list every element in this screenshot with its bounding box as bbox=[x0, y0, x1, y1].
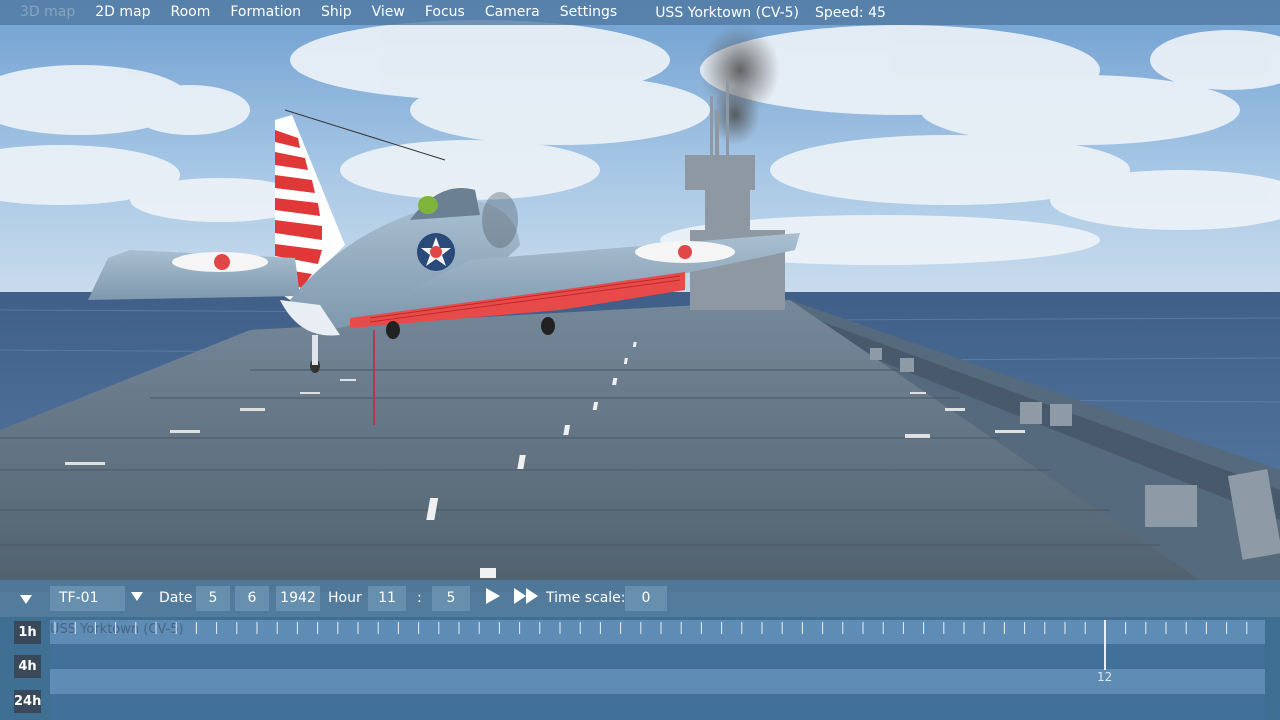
timeline-track-row-4[interactable] bbox=[50, 694, 1265, 720]
menu-view[interactable]: View bbox=[362, 0, 415, 25]
timeline-track-ship[interactable]: USS Yorktown (CV-5) bbox=[50, 620, 1265, 644]
fast-forward-icon[interactable] bbox=[514, 588, 538, 604]
speed-readout: Speed: 45 bbox=[815, 4, 886, 21]
date-label: Date bbox=[159, 590, 193, 606]
time-separator: : bbox=[417, 590, 422, 606]
menu-camera[interactable]: Camera bbox=[475, 0, 550, 25]
month-input[interactable]: 5 bbox=[196, 586, 230, 611]
hour-input[interactable]: 11 bbox=[368, 586, 406, 611]
menu-settings[interactable]: Settings bbox=[550, 0, 627, 25]
play-icon[interactable] bbox=[486, 588, 500, 604]
zoom-24h-button[interactable]: 24h bbox=[14, 690, 41, 713]
top-menu-bar: 3D map 2D map Room Formation Ship View F… bbox=[0, 0, 1280, 25]
chevron-down-icon[interactable] bbox=[131, 592, 143, 601]
menu-ship[interactable]: Ship bbox=[311, 0, 362, 25]
collapse-panel-toggle-icon[interactable] bbox=[20, 595, 32, 604]
menu-focus[interactable]: Focus bbox=[415, 0, 475, 25]
time-control-bar: TF-01 Date 5 6 1942 Hour 11 : 5 Time sca… bbox=[0, 580, 1280, 617]
time-scale-label: Time scale: bbox=[546, 590, 626, 606]
zoom-1h-button[interactable]: 1h bbox=[14, 621, 41, 644]
timeline-cursor-label: 12 bbox=[1097, 670, 1113, 684]
time-scale-input[interactable]: 0 bbox=[625, 586, 667, 611]
hour-label: Hour bbox=[328, 590, 362, 606]
minute-input[interactable]: 5 bbox=[432, 586, 470, 611]
menu-room[interactable]: Room bbox=[161, 0, 221, 25]
selected-ship-name: USS Yorktown (CV-5) bbox=[655, 4, 800, 21]
day-input[interactable]: 6 bbox=[235, 586, 269, 611]
menu-formation[interactable]: Formation bbox=[220, 0, 311, 25]
timeline-track-row-3[interactable] bbox=[50, 669, 1265, 694]
timeline-ticks bbox=[54, 622, 1248, 634]
task-force-select[interactable]: TF-01 bbox=[50, 586, 125, 611]
menu-2d-map[interactable]: 2D map bbox=[85, 0, 160, 25]
timeline-track-row-2[interactable] bbox=[50, 644, 1265, 669]
zoom-4h-button[interactable]: 4h bbox=[14, 655, 41, 678]
menu-3d-map[interactable]: 3D map bbox=[0, 0, 85, 25]
timeline-panel[interactable]: 1h 4h 24h USS Yorktown (CV-5) 12 bbox=[0, 617, 1280, 720]
year-input[interactable]: 1942 bbox=[276, 586, 320, 611]
timeline-cursor[interactable] bbox=[1104, 620, 1106, 670]
